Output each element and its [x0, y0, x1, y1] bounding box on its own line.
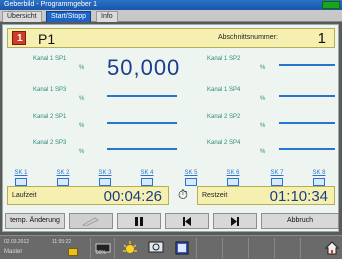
tab-bar: Übersicht Start/Stopp Info	[0, 10, 342, 22]
status-taskbar: 02.03.2012 11:55:22 Master 99%	[0, 235, 342, 259]
switch-channel-label: SK 3	[98, 170, 112, 176]
channel-empty-value	[279, 64, 335, 66]
switch-channel-label: SK 7	[270, 170, 284, 176]
channel-empty-value	[107, 95, 177, 97]
control-button-bar: temp. Änderung Abbruch	[5, 213, 342, 231]
channel-unit: %	[79, 123, 85, 129]
switch-channel-label: SK 5	[184, 170, 198, 176]
runtime-label: Laufzeit	[12, 192, 37, 199]
channel-label: Kanal 2 SP2	[207, 114, 241, 120]
taskbar-divider	[196, 238, 197, 258]
folder-icon[interactable]	[68, 248, 78, 256]
channel-empty-value	[279, 148, 335, 150]
channel-label: Kanal 2 SP3	[33, 140, 67, 146]
taskbar-divider	[222, 238, 223, 258]
channel-label: Kanal 1 SP2	[207, 56, 241, 62]
channel-label: Kanal 1 SP1	[33, 56, 67, 62]
switch-channel-label: SK 2	[56, 170, 70, 176]
channel-unit: %	[79, 149, 85, 155]
channel-label: Kanal 1 SP4	[207, 87, 241, 93]
section-number-value: 1	[317, 30, 326, 47]
section-number-label: Abschnittsnummer:	[218, 34, 278, 41]
channel-empty-value	[107, 148, 177, 150]
channel-value: 50,000	[107, 55, 181, 80]
previous-section-button[interactable]	[165, 213, 209, 229]
runtime-panel: Laufzeit 00:04:26	[7, 186, 169, 205]
book-icon[interactable]	[174, 240, 190, 256]
channel-label: Kanal 2 SP1	[33, 114, 67, 120]
remaining-panel: Restzeit 01:10:34	[197, 186, 335, 205]
switch-channel-icon	[99, 178, 111, 186]
switch-channel-label: SK 4	[140, 170, 154, 176]
program-header: P1 Abschnittsnummer: 1	[7, 28, 335, 48]
switch-channel-icon	[141, 178, 153, 186]
next-section-button[interactable]	[213, 213, 257, 229]
switch-channel-icon	[185, 178, 197, 186]
channel-empty-value	[279, 122, 335, 124]
window-title: Geberbild - Programmgeber 1	[4, 1, 97, 8]
tab-start-stopp[interactable]: Start/Stopp	[46, 11, 92, 22]
channel-unit: %	[260, 96, 266, 102]
switch-channel-icon	[313, 178, 325, 186]
status-user: Master	[4, 249, 23, 255]
pause-icon	[135, 217, 143, 226]
monitor-icon[interactable]	[148, 240, 164, 256]
channel-unit: %	[260, 149, 266, 155]
skip-back-icon	[183, 217, 191, 226]
status-time: 11:55:22	[52, 239, 72, 245]
switch-channel-icon	[227, 178, 239, 186]
window-titlebar: Geberbild - Programmgeber 1	[0, 0, 342, 10]
channel-unit: %	[79, 96, 85, 102]
home-icon[interactable]	[324, 240, 340, 256]
remaining-label: Restzeit	[202, 192, 228, 199]
pause-button[interactable]	[117, 213, 161, 229]
status-date: 02.03.2012	[4, 239, 30, 245]
taskbar-divider	[114, 238, 115, 258]
channel-unit: %	[260, 123, 266, 129]
channel-label: Kanal 2 SP4	[207, 140, 241, 146]
tab-info[interactable]: Info	[96, 11, 118, 22]
channel-unit: %	[79, 65, 85, 71]
edit-disabled-button[interactable]	[69, 213, 113, 229]
program-name: P1	[38, 31, 56, 47]
switch-channel-icon	[15, 178, 27, 186]
channel-label: Kanal 1 SP3	[33, 87, 67, 93]
taskbar-divider	[248, 238, 249, 258]
taskbar-divider	[274, 238, 275, 258]
alarm-light-icon[interactable]	[122, 240, 138, 256]
switch-channel-icon	[57, 178, 69, 186]
remaining-value: 01:10:34	[269, 188, 328, 205]
memory-percent: 99%	[96, 250, 107, 256]
taskbar-divider	[90, 238, 91, 258]
runtime-value: 00:04:26	[103, 188, 162, 205]
channel-empty-value	[279, 95, 335, 97]
switch-channel-icon	[271, 178, 283, 186]
skip-forward-icon	[231, 217, 239, 226]
stopwatch-icon: ⏱	[177, 187, 189, 202]
taskbar-divider	[300, 238, 301, 258]
titlebar-status-badge[interactable]	[322, 1, 340, 9]
switch-channel-label: SK 8	[312, 170, 326, 176]
switch-channel-label: SK 6	[226, 170, 240, 176]
channel-empty-value	[107, 122, 177, 124]
abort-button[interactable]: Abbruch	[261, 213, 339, 229]
program-panel: P1 Abschnittsnummer: 1 Kanal 1 SP1 % 50,…	[2, 24, 339, 232]
channel-unit: %	[260, 65, 266, 71]
temp-change-button[interactable]: temp. Änderung	[5, 213, 65, 229]
program-icon	[12, 31, 26, 45]
tab-uebersicht[interactable]: Übersicht	[2, 11, 42, 22]
switch-channel-label: SK 1	[14, 170, 28, 176]
edit-pencil-icon	[81, 217, 99, 226]
